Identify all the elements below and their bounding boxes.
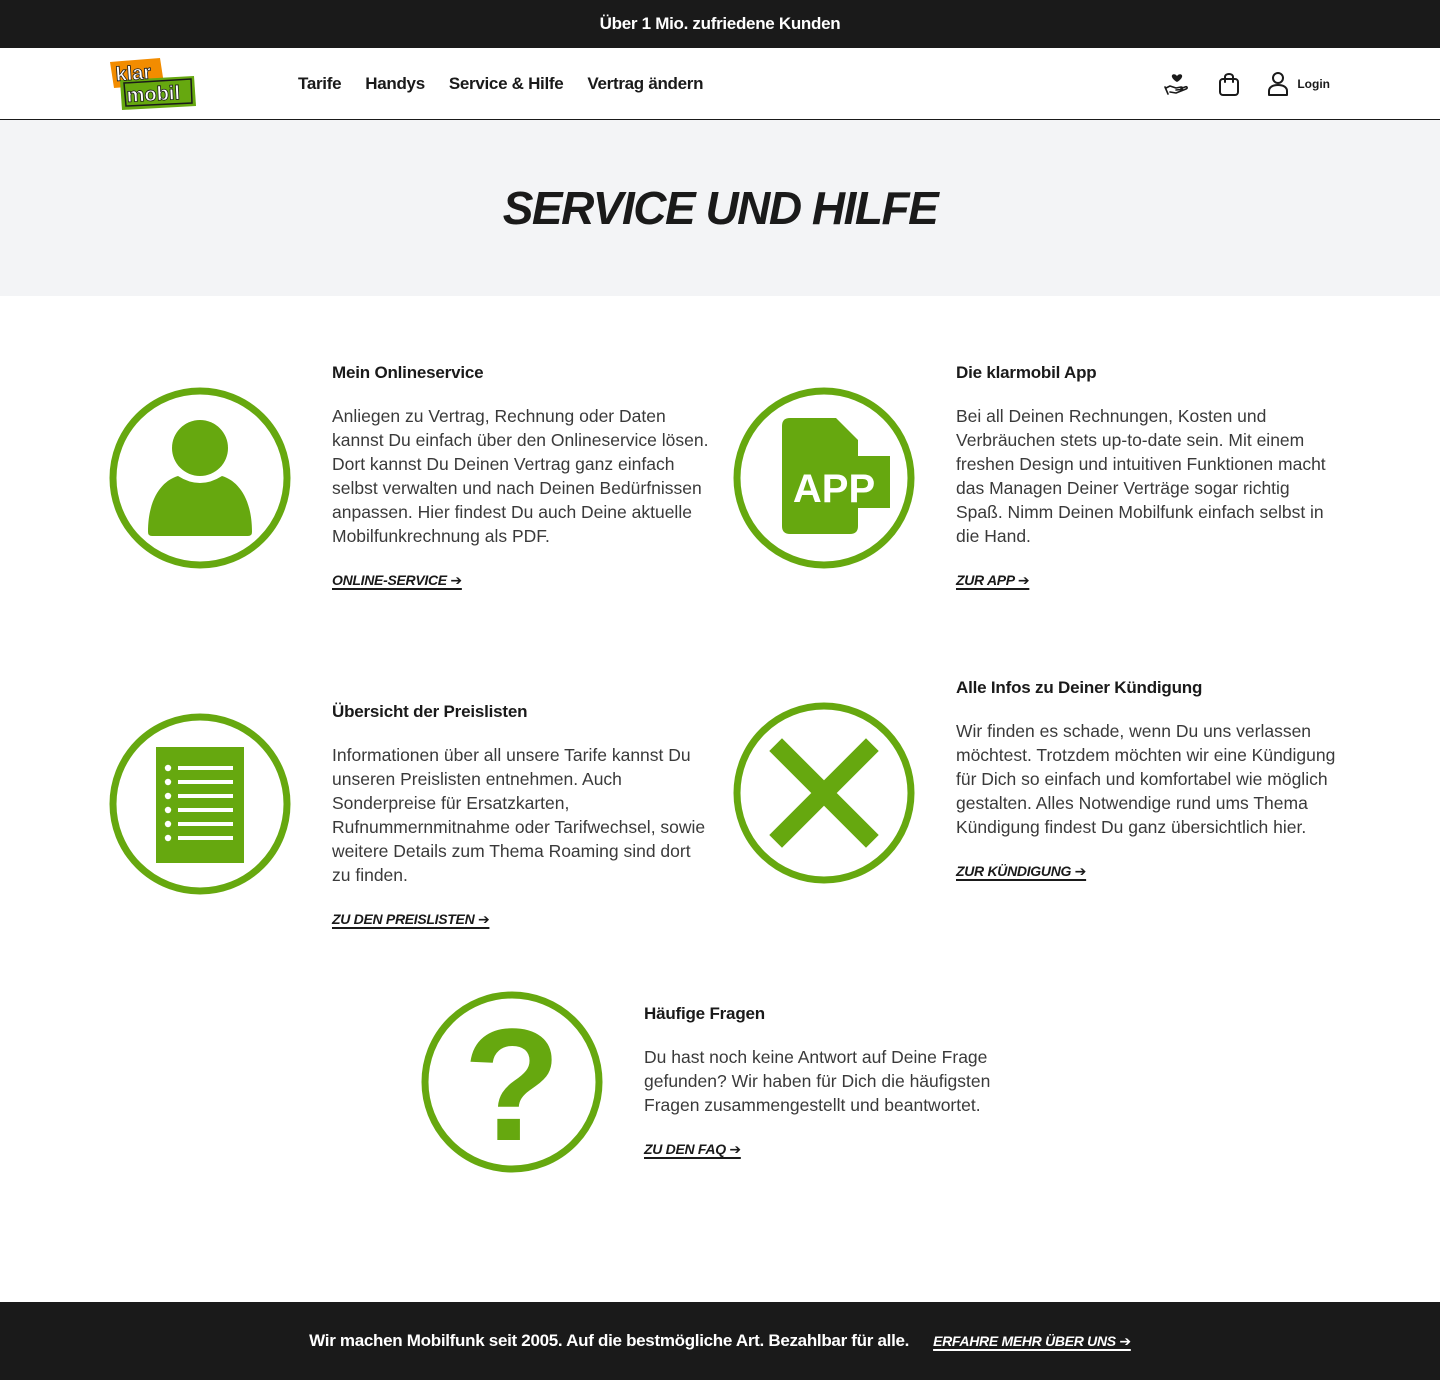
- card-text: Bei all Deinen Rechnungen, Kosten und Ve…: [956, 406, 1326, 546]
- about-us-link[interactable]: ERFAHRE MEHR ÜBER UNS ➔: [933, 1333, 1131, 1350]
- document-list-icon: [109, 713, 291, 895]
- faq-link[interactable]: ZU DEN FAQ ➔: [644, 1141, 741, 1158]
- nav-item-vertrag-aendern[interactable]: Vertrag ändern: [587, 74, 703, 94]
- announcement-text: Über 1 Mio. zufriedene Kunden: [599, 14, 841, 33]
- announcement-bar: Über 1 Mio. zufriedene Kunden: [0, 0, 1440, 48]
- online-service-link[interactable]: ONLINE-SERVICE ➔: [332, 572, 462, 589]
- shopping-bag-icon[interactable]: [1215, 70, 1243, 98]
- svg-text:?: ?: [463, 995, 561, 1174]
- card-text: Wir finden es schade, wenn Du uns verlas…: [956, 721, 1336, 837]
- logo-graphic: klar mobil: [110, 58, 196, 110]
- nav-item-handys[interactable]: Handys: [365, 74, 425, 94]
- kuendigung-link[interactable]: ZUR KÜNDIGUNG ➔: [956, 863, 1086, 880]
- card-title: Übersicht der Preislisten: [332, 702, 528, 721]
- card-text: Anliegen zu Vertrag, Rechnung oder Daten…: [332, 406, 709, 546]
- card-title: Mein Onlineservice: [332, 363, 484, 382]
- page-title: SERVICE UND HILFE: [502, 182, 939, 234]
- preislisten-link[interactable]: ZU DEN PREISLISTEN ➔: [332, 911, 490, 928]
- footer-text: Wir machen Mobilfunk seit 2005. Auf die …: [309, 1331, 910, 1350]
- hero-section: SERVICE UND HILFE: [0, 120, 1440, 296]
- card-text: Informationen über all unsere Tarife kan…: [332, 745, 706, 885]
- login-button[interactable]: Login: [1267, 71, 1330, 97]
- svg-text:mobil: mobil: [126, 82, 180, 107]
- svg-text:APP: APP: [793, 467, 875, 511]
- nav-item-service-hilfe[interactable]: Service & Hilfe: [449, 74, 564, 94]
- footer-bar: Wir machen Mobilfunk seit 2005. Auf die …: [0, 1302, 1440, 1380]
- klarmobil-logo[interactable]: klar mobil: [110, 58, 196, 112]
- close-x-icon: [733, 702, 915, 884]
- user-icon: [109, 387, 291, 569]
- nav-item-tarife[interactable]: Tarife: [298, 74, 342, 94]
- card-title: Häufige Fragen: [644, 1004, 765, 1023]
- site-header: klar mobil Tarife Handys Service & Hilfe…: [0, 48, 1440, 120]
- user-icon: [1268, 72, 1289, 96]
- svg-text:klar: klar: [115, 62, 152, 86]
- login-label: Login: [1297, 77, 1330, 91]
- card-title: Alle Infos zu Deiner Kündigung: [956, 678, 1203, 697]
- card-text: Du hast noch keine Antwort auf Deine Fra…: [644, 1047, 991, 1115]
- app-link[interactable]: ZUR APP ➔: [956, 572, 1030, 589]
- app-icon: APP: [733, 387, 915, 569]
- main-nav: Tarife Handys Service & Hilfe Vertrag än…: [298, 48, 704, 120]
- card-title: Die klarmobil App: [956, 363, 1097, 382]
- header-actions: Login: [1163, 48, 1330, 120]
- question-mark-icon: ?: [421, 991, 603, 1174]
- heart-hand-icon[interactable]: [1163, 70, 1191, 98]
